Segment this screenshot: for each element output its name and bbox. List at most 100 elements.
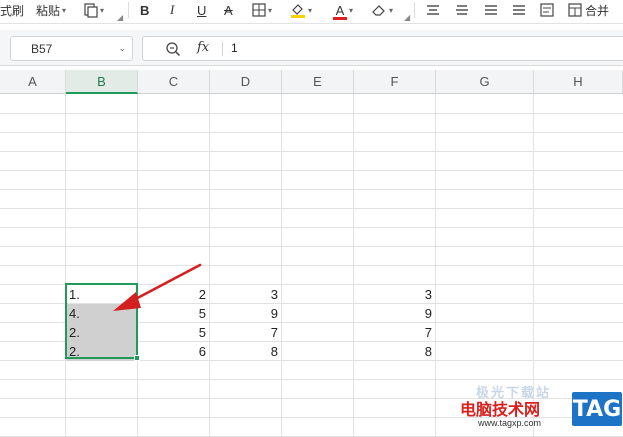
cell-d-row3[interactable]: 7 xyxy=(210,323,281,342)
column-header-label: C xyxy=(168,74,179,89)
clear-format-button[interactable]: ▾ xyxy=(371,0,393,20)
cell-value: 7 xyxy=(270,325,278,340)
grid-line xyxy=(0,151,623,152)
fill-bucket-icon xyxy=(291,4,305,18)
ribbon-toolbar: 式刷 粘贴 ▾ ▾ ◢ B I U A ▾ ▾ A ▾ ▾ ◢ 合并 xyxy=(0,0,623,24)
column-header-label: E xyxy=(313,74,322,89)
cell-c-row3[interactable]: 5 xyxy=(138,323,209,342)
align-middle-button[interactable] xyxy=(455,0,469,20)
dialog-launcher-icon[interactable]: ◢ xyxy=(117,13,123,22)
underline-button[interactable]: U xyxy=(197,0,206,20)
grid-line xyxy=(0,189,623,190)
column-header-label: G xyxy=(479,74,490,89)
formula-bar[interactable]: fx 1 xyxy=(142,36,623,61)
distribute-button[interactable] xyxy=(512,0,526,20)
format-painter-label: 式刷 xyxy=(0,3,25,18)
eraser-icon xyxy=(372,5,385,16)
watermark-tag-logo: TAG xyxy=(572,392,622,426)
font-color-letter: A xyxy=(335,2,345,18)
strikethrough-button[interactable]: A xyxy=(224,0,233,20)
cell-f-row4[interactable]: 8 xyxy=(354,342,435,361)
cell-value: 5 xyxy=(198,325,206,340)
insert-function-button[interactable]: fx xyxy=(197,40,209,55)
align-top-button[interactable] xyxy=(426,0,440,20)
borders-button[interactable]: ▾ xyxy=(252,0,272,20)
column-header-b[interactable]: B xyxy=(66,70,138,94)
strikethrough-icon: A xyxy=(224,2,233,18)
cell-value: 3 xyxy=(270,287,278,302)
toolbar-divider xyxy=(128,2,129,18)
formula-input[interactable]: 1 xyxy=(231,41,238,55)
name-box-value: B57 xyxy=(31,41,53,56)
align-bottom-icon xyxy=(485,5,497,15)
cell-f-row1[interactable]: 3 xyxy=(354,285,435,304)
column-header-a[interactable]: A xyxy=(0,70,66,94)
cell-d-row4[interactable]: 8 xyxy=(210,342,281,361)
chevron-down-icon: ▾ xyxy=(268,5,273,15)
cell-f-row3[interactable]: 7 xyxy=(354,323,435,342)
toolbar-divider xyxy=(414,2,415,18)
clipboard-icon xyxy=(84,3,98,18)
column-header-label: A xyxy=(28,74,37,89)
italic-icon: I xyxy=(170,2,175,17)
format-painter-button[interactable]: 式刷 xyxy=(0,0,24,20)
wrap-text-button[interactable] xyxy=(540,0,554,20)
column-header-f[interactable]: F xyxy=(354,70,436,94)
column-header-c[interactable]: C xyxy=(138,70,210,94)
grid-line xyxy=(0,170,623,171)
cell-value: 9 xyxy=(424,306,432,321)
grid-line xyxy=(0,208,623,209)
cell-f-row2[interactable]: 9 xyxy=(354,304,435,323)
cell-value: 7 xyxy=(424,325,432,340)
chevron-down-icon: ▾ xyxy=(349,5,354,15)
column-header-label: D xyxy=(240,74,251,89)
font-color-button[interactable]: A ▾ xyxy=(333,0,353,20)
bold-button[interactable]: B xyxy=(140,0,149,20)
formula-divider xyxy=(222,42,223,56)
wrap-text-icon xyxy=(540,3,554,17)
grid-line xyxy=(0,113,623,114)
underline-icon: U xyxy=(197,2,207,18)
chevron-down-icon: ▾ xyxy=(389,5,394,15)
watermark-url: www.tagxp.com xyxy=(478,418,542,428)
align-bottom-button[interactable] xyxy=(484,0,498,20)
grid-line xyxy=(0,227,623,228)
column-header-d[interactable]: D xyxy=(210,70,282,94)
font-color-icon: A xyxy=(333,2,347,20)
cell-value: 8 xyxy=(270,344,278,359)
paste-options-button[interactable]: ▾ xyxy=(84,0,104,20)
formula-row: B57 ⌄ fx 1 xyxy=(0,30,623,66)
borders-icon xyxy=(252,3,266,17)
justify-icon xyxy=(513,5,525,15)
column-header-h[interactable]: H xyxy=(534,70,623,94)
column-header-g[interactable]: G xyxy=(436,70,534,94)
align-middle-icon xyxy=(456,5,468,15)
chevron-down-icon: ▾ xyxy=(62,5,67,15)
zoom-search-icon[interactable] xyxy=(165,41,181,57)
grid-line xyxy=(0,132,623,133)
cell-value: 9 xyxy=(270,306,278,321)
fill-color-button[interactable]: ▾ xyxy=(290,0,312,20)
grid-line xyxy=(0,265,623,266)
cell-d-row1[interactable]: 3 xyxy=(210,285,281,304)
column-header-label: B xyxy=(97,73,106,89)
chevron-down-icon: ▾ xyxy=(100,5,105,15)
column-header-e[interactable]: E xyxy=(282,70,354,94)
cell-value: 3 xyxy=(424,287,432,302)
cell-c-row4[interactable]: 6 xyxy=(138,342,209,361)
dialog-launcher-icon[interactable]: ◢ xyxy=(404,13,410,22)
grid-line xyxy=(0,246,623,247)
cell-d-row2[interactable]: 9 xyxy=(210,304,281,323)
grid-line xyxy=(0,379,623,380)
chevron-down-icon[interactable]: ⌄ xyxy=(118,43,126,54)
name-box[interactable]: B57 ⌄ xyxy=(10,36,133,61)
paste-label: 粘贴 xyxy=(36,3,61,18)
merge-button[interactable]: 合并 xyxy=(568,0,609,20)
italic-button[interactable]: I xyxy=(170,0,174,20)
font-color-swatch xyxy=(333,16,347,20)
merge-label: 合并 xyxy=(585,3,610,18)
paste-button[interactable]: 粘贴 ▾ xyxy=(36,0,66,20)
fill-handle[interactable] xyxy=(134,355,140,361)
column-header-label: H xyxy=(573,74,583,89)
cell-value: 6 xyxy=(198,344,206,359)
